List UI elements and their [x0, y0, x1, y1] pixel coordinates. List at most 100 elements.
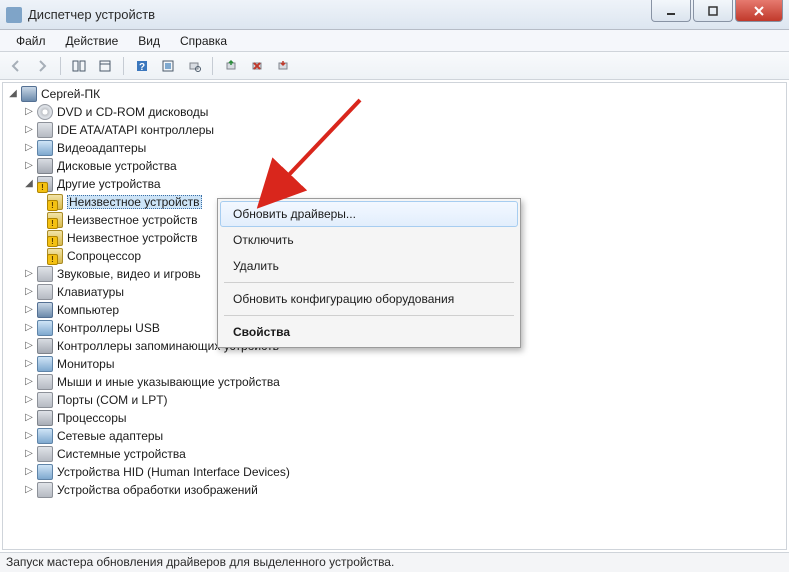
tree-item-label: Клавиатуры	[57, 286, 124, 298]
computer-icon	[21, 86, 37, 102]
unknown-device-icon	[47, 194, 63, 210]
expand-icon[interactable]: ▷	[23, 124, 35, 136]
sound-icon	[37, 266, 53, 282]
ports-icon	[37, 392, 53, 408]
context-disable[interactable]: Отключить	[220, 227, 518, 253]
minimize-button[interactable]	[651, 0, 691, 22]
disc-icon	[37, 104, 53, 120]
imaging-device-icon	[37, 482, 53, 498]
tree-item-mice[interactable]: ▷ Мыши и иные указывающие устройства	[7, 373, 782, 391]
usb-icon	[37, 320, 53, 336]
tree-item-imaging[interactable]: ▷ Устройства обработки изображений	[7, 481, 782, 499]
expand-icon[interactable]: ▷	[23, 412, 35, 424]
maximize-button[interactable]	[693, 0, 733, 22]
mouse-icon	[37, 374, 53, 390]
tree-item-label: Процессоры	[57, 412, 127, 424]
statusbar: Запуск мастера обновления драйверов для …	[0, 552, 789, 572]
scan-hardware-button[interactable]	[182, 55, 206, 77]
unknown-device-icon	[47, 212, 63, 228]
collapse-icon[interactable]: ◢	[7, 88, 19, 100]
toolbar-separator	[60, 57, 61, 75]
system-device-icon	[37, 446, 53, 462]
hid-icon	[37, 464, 53, 480]
expand-icon[interactable]: ▷	[23, 142, 35, 154]
monitor-icon	[37, 356, 53, 372]
tree-item-label: IDE ATA/ATAPI контроллеры	[57, 124, 214, 136]
tree-item-network[interactable]: ▷ Сетевые адаптеры	[7, 427, 782, 445]
collapse-icon[interactable]: ◢	[23, 178, 35, 190]
tree-root-label: Сергей-ПК	[41, 88, 100, 100]
context-menu-separator	[224, 315, 514, 316]
tree-item-label: Компьютер	[57, 304, 119, 316]
window-title: Диспетчер устройств	[28, 7, 155, 22]
forward-button[interactable]	[30, 55, 54, 77]
tree-item-ide[interactable]: ▷ IDE ATA/ATAPI контроллеры	[7, 121, 782, 139]
tree-item-label: Видеоадаптеры	[57, 142, 146, 154]
context-update-drivers[interactable]: Обновить драйверы...	[220, 201, 518, 227]
tree-item-label: Другие устройства	[57, 178, 161, 190]
menu-action[interactable]: Действие	[56, 32, 129, 50]
menu-file[interactable]: Файл	[6, 32, 56, 50]
expand-icon[interactable]: ▷	[23, 304, 35, 316]
expand-icon[interactable]: ▷	[23, 358, 35, 370]
tree-item-label: Неизвестное устройств	[67, 214, 198, 226]
show-hide-tree-button[interactable]	[67, 55, 91, 77]
update-driver-button[interactable]	[219, 55, 243, 77]
tree-item-processors[interactable]: ▷ Процессоры	[7, 409, 782, 427]
expand-icon[interactable]: ▷	[23, 430, 35, 442]
tree-item-label: Устройства обработки изображений	[57, 484, 258, 496]
expand-icon[interactable]: ▷	[23, 466, 35, 478]
uninstall-button[interactable]	[245, 55, 269, 77]
tree-item-label: DVD и CD-ROM дисководы	[57, 106, 208, 118]
help-button[interactable]: ?	[130, 55, 154, 77]
context-delete[interactable]: Удалить	[220, 253, 518, 279]
back-button[interactable]	[4, 55, 28, 77]
expand-icon[interactable]: ▷	[23, 160, 35, 172]
tree-item-video[interactable]: ▷ Видеоадаптеры	[7, 139, 782, 157]
expand-icon[interactable]: ▷	[23, 340, 35, 352]
tree-item-disk[interactable]: ▷ Дисковые устройства	[7, 157, 782, 175]
other-devices-icon	[37, 176, 53, 192]
menu-view[interactable]: Вид	[128, 32, 170, 50]
window-controls	[651, 0, 783, 22]
menu-help[interactable]: Справка	[170, 32, 237, 50]
tree-item-hid[interactable]: ▷ Устройства HID (Human Interface Device…	[7, 463, 782, 481]
context-properties[interactable]: Свойства	[220, 319, 518, 345]
disk-icon	[37, 158, 53, 174]
toolbar: ?	[0, 52, 789, 80]
tree-item-label: Порты (COM и LPT)	[57, 394, 168, 406]
expand-icon[interactable]: ▷	[23, 376, 35, 388]
expand-icon[interactable]: ▷	[23, 268, 35, 280]
context-rescan[interactable]: Обновить конфигурацию оборудования	[220, 286, 518, 312]
menubar: Файл Действие Вид Справка	[0, 30, 789, 52]
tree-item-other[interactable]: ◢ Другие устройства	[7, 175, 782, 193]
tree-item-dvd[interactable]: ▷ DVD и CD-ROM дисководы	[7, 103, 782, 121]
keyboard-icon	[37, 284, 53, 300]
tree-item-label: Мониторы	[57, 358, 114, 370]
tree-item-ports[interactable]: ▷ Порты (COM и LPT)	[7, 391, 782, 409]
app-icon	[6, 7, 22, 23]
expand-icon[interactable]: ▷	[23, 448, 35, 460]
tree-item-label: Неизвестное устройств	[67, 195, 202, 209]
context-menu: Обновить драйверы... Отключить Удалить О…	[217, 198, 521, 348]
svg-text:?: ?	[139, 62, 145, 73]
computer-icon	[37, 302, 53, 318]
tree-item-monitors[interactable]: ▷ Мониторы	[7, 355, 782, 373]
statusbar-text: Запуск мастера обновления драйверов для …	[6, 555, 394, 569]
expand-icon[interactable]: ▷	[23, 106, 35, 118]
scan-button[interactable]	[156, 55, 180, 77]
network-adapter-icon	[37, 428, 53, 444]
tree-root[interactable]: ◢ Сергей-ПК	[7, 85, 782, 103]
display-adapter-icon	[37, 140, 53, 156]
disable-button[interactable]	[271, 55, 295, 77]
close-button[interactable]	[735, 0, 783, 22]
expand-icon[interactable]: ▷	[23, 484, 35, 496]
tree-item-system[interactable]: ▷ Системные устройства	[7, 445, 782, 463]
unknown-device-icon	[47, 230, 63, 246]
expand-icon[interactable]: ▷	[23, 322, 35, 334]
expand-icon[interactable]: ▷	[23, 394, 35, 406]
coprocessor-icon	[47, 248, 63, 264]
properties-button[interactable]	[93, 55, 117, 77]
expand-icon[interactable]: ▷	[23, 286, 35, 298]
tree-item-label: Неизвестное устройств	[67, 232, 198, 244]
